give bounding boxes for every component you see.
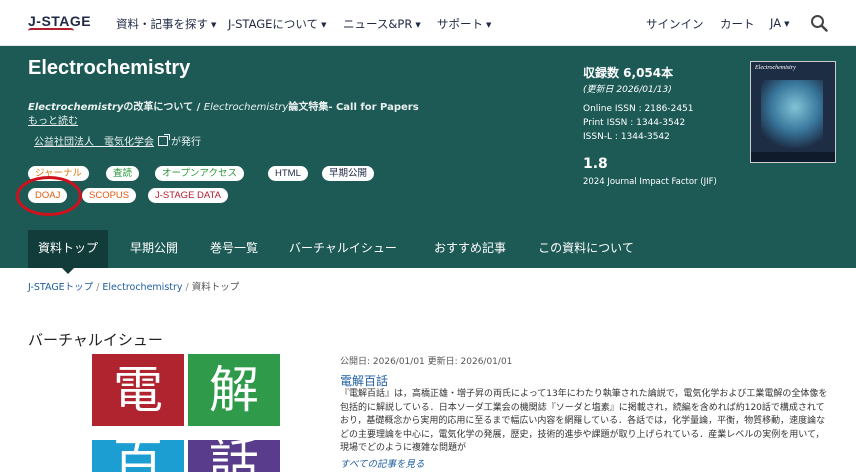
signin-link[interactable]: サインイン <box>646 16 704 32</box>
language-label: JA <box>770 16 782 30</box>
search-icon[interactable] <box>810 14 828 32</box>
external-link-icon <box>158 134 170 146</box>
tab-virtual-issue[interactable]: バーチャルイシュー <box>278 230 408 268</box>
online-issn: Online ISSN : 2186-2451 <box>583 104 694 114</box>
cart-link[interactable]: カート <box>720 16 755 32</box>
announcement-text-2: 論文特集- Call for Papers <box>288 102 419 113</box>
logo-swoosh <box>28 28 74 34</box>
badge-journal: ジャーナル <box>28 166 90 181</box>
journal-tabs: 資料トップ 早期公開 巻号一覧 バーチャルイシュー おすすめ記事 この資料につい… <box>0 230 856 274</box>
badge-html: HTML <box>268 166 308 181</box>
chevron-down-icon: ▼ <box>211 20 217 29</box>
article-count: 収録数 6,054本 <box>583 66 674 80</box>
issn-l: ISSN-L : 1344-3542 <box>583 132 670 142</box>
breadcrumb: J-STAGEトップ / Electrochemistry / 資料トップ <box>28 279 239 293</box>
impact-factor-value: 1.8 <box>583 156 608 172</box>
nav-search-materials[interactable]: 資料・記事を探す ▼ <box>116 16 216 32</box>
tab-early-release[interactable]: 早期公開 <box>118 230 190 268</box>
nav-about-jstage[interactable]: J-STAGEについて ▼ <box>228 16 326 32</box>
journal-cover-image[interactable]: Electrochemistry <box>750 61 836 163</box>
nav-label: 資料・記事を探す <box>116 17 208 31</box>
virtual-issue-tile[interactable]: 話 <box>188 440 280 472</box>
read-more-link[interactable]: もっと読む <box>28 112 78 127</box>
virtual-issue-abstract: 『電解百話』は，高橋正雄・増子昇の両氏によって13年にわたり執筆された論説で，電… <box>340 389 828 453</box>
cover-title: Electrochemistry <box>755 65 796 71</box>
updated-date: (更新日 2026/01/13) <box>583 85 672 95</box>
cover-artwork <box>761 80 823 148</box>
nav-support[interactable]: サポート ▼ <box>437 16 491 32</box>
badge-open-access: オープンアクセス <box>155 166 244 181</box>
nav-label: J-STAGEについて <box>228 17 319 31</box>
tab-about-journal[interactable]: この資料について <box>528 230 644 268</box>
print-issn: Print ISSN : 1344-3542 <box>583 118 686 128</box>
badge-scopus: SCOPUS <box>82 188 137 203</box>
tab-issues[interactable]: 巻号一覧 <box>200 230 268 268</box>
breadcrumb-separator: / <box>96 282 100 293</box>
chevron-down-icon: ▼ <box>321 20 327 29</box>
announcement-text: の改革について / <box>123 102 204 113</box>
chevron-down-icon: ▼ <box>486 20 492 29</box>
publisher-line: 公益社団法人 電気化学会 が発行 <box>34 133 201 148</box>
virtual-issue-tile[interactable]: 電 <box>92 354 184 426</box>
see-all-articles-link[interactable]: すべての記事を見る <box>340 456 424 470</box>
virtual-issue-title-link[interactable]: 電解百話 <box>340 372 388 389</box>
top-navigation-bar: J-STAGE 資料・記事を探す ▼ J-STAGEについて ▼ ニュース&PR ▼ … <box>0 0 856 46</box>
badge-early-release: 早期公開 <box>322 166 375 181</box>
badge-jstage-data: J-STAGE DATA <box>148 188 228 203</box>
cover-footer-bar <box>751 152 835 162</box>
nav-label: ニュース&PR <box>343 17 413 31</box>
badge-peer-reviewed: 査読 <box>106 166 140 181</box>
impact-factor-label: 2024 Journal Impact Factor (JIF) <box>583 177 717 187</box>
breadcrumb-current: 資料トップ <box>191 282 240 293</box>
breadcrumb-journal[interactable]: Electrochemistry <box>102 282 182 293</box>
language-selector[interactable]: JA ▼ <box>770 16 789 30</box>
tab-journal-top[interactable]: 資料トップ <box>28 230 108 274</box>
virtual-issue-tile[interactable]: 百 <box>92 440 184 472</box>
publisher-link[interactable]: 公益社団法人 電気化学会 <box>34 137 154 148</box>
announcement-link[interactable]: Electrochemistryの改革について / Electrochemist… <box>28 98 419 113</box>
announcement-journal-name-2: Electrochemistry <box>203 102 289 113</box>
virtual-issue-heading: バーチャルイシュー <box>28 331 163 349</box>
jstage-logo[interactable]: J-STAGE <box>28 13 91 29</box>
badge-doaj: DOAJ <box>28 188 68 203</box>
publisher-suffix: が発行 <box>171 137 201 148</box>
publication-dates: 公開日: 2026/01/01 更新日: 2026/01/01 <box>340 357 513 367</box>
breadcrumb-jstage-top[interactable]: J-STAGEトップ <box>28 282 93 293</box>
journal-title: Electrochemistry <box>28 57 191 79</box>
breadcrumb-separator: / <box>185 282 189 293</box>
nav-label: サポート <box>437 17 483 31</box>
nav-news-pr[interactable]: ニュース&PR ▼ <box>343 16 421 32</box>
chevron-down-icon: ▼ <box>415 20 421 29</box>
chevron-down-icon: ▼ <box>784 19 790 28</box>
virtual-issue-tile[interactable]: 解 <box>188 354 280 426</box>
tab-recommended[interactable]: おすすめ記事 <box>422 230 518 268</box>
